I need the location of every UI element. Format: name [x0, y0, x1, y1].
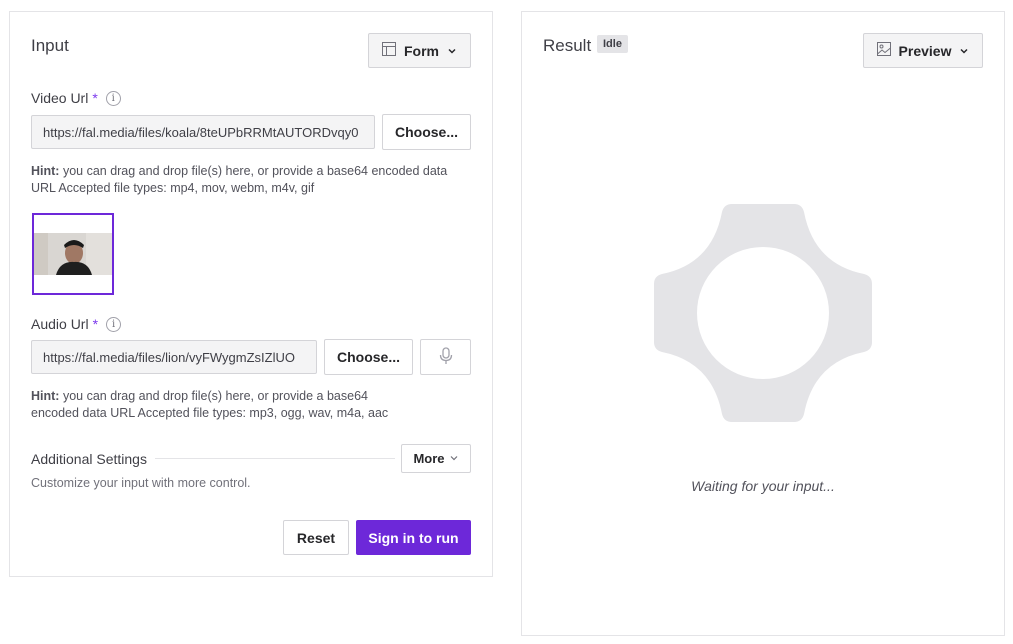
video-hint-bold: Hint: [31, 164, 60, 178]
audio-url-input[interactable]: https://fal.media/files/lion/vyFWygmZsIZ… [31, 340, 317, 374]
chevron-down-icon [449, 451, 459, 466]
result-title: Result [543, 36, 592, 55]
required-marker: * [92, 316, 99, 332]
info-icon[interactable]: i [105, 90, 121, 106]
chevron-down-icon [959, 43, 969, 59]
sign-in-to-run-button[interactable]: Sign in to run [356, 520, 471, 555]
video-url-label-text: Video Url [31, 90, 89, 106]
video-choose-button[interactable]: Choose... [382, 114, 471, 150]
preview-view-button[interactable]: Preview [863, 33, 983, 68]
image-icon [876, 42, 891, 59]
input-title: Input [31, 36, 69, 55]
form-button-label: Form [404, 42, 439, 59]
audio-url-label: Audio Url * i [31, 316, 122, 332]
form-icon [382, 42, 396, 59]
reset-button[interactable]: Reset [283, 520, 349, 555]
microphone-icon [439, 346, 453, 368]
audio-hint-line2: encoded data URL Accepted file types: mp… [31, 406, 389, 420]
required-marker: * [92, 90, 98, 106]
waiting-message: Waiting for your input... [691, 478, 835, 494]
more-label: More [413, 451, 445, 466]
video-url-label: Video Url * i [31, 90, 121, 106]
preview-button-label: Preview [898, 42, 952, 59]
status-badge: Idle [597, 35, 628, 53]
video-hint-line2: URL Accepted file types: mp4, mov, webm,… [31, 181, 315, 195]
additional-settings-title: Additional Settings [31, 451, 147, 467]
audio-hint-bold: Hint: [31, 389, 60, 403]
video-hint-line1: you can drag and drop file(s) here, or p… [59, 164, 448, 178]
audio-hint: Hint: you can drag and drop file(s) here… [31, 388, 481, 422]
form-view-button[interactable]: Form [368, 33, 471, 68]
video-thumbnail[interactable] [32, 213, 114, 295]
additional-settings-description: Customize your input with more control. [31, 476, 251, 490]
record-audio-button[interactable] [420, 339, 471, 375]
more-settings-button[interactable]: More [401, 444, 471, 473]
video-hint: Hint: you can drag and drop file(s) here… [31, 163, 481, 197]
placeholder-logo-icon [654, 204, 872, 422]
result-panel: Result Idle Preview Waiting for your inp… [521, 11, 1005, 636]
audio-hint-line1: you can drag and drop file(s) here, or p… [59, 389, 368, 403]
chevron-down-icon [447, 43, 457, 59]
info-icon[interactable]: i [106, 316, 122, 332]
audio-choose-button[interactable]: Choose... [324, 339, 413, 375]
audio-url-label-text: Audio Url [31, 316, 89, 332]
video-url-input[interactable]: https://fal.media/files/koala/8teUPbRRMt… [31, 115, 375, 149]
input-panel: Input Form Video Url * i https://fal.medi… [9, 11, 493, 577]
additional-settings-divider [155, 458, 395, 459]
